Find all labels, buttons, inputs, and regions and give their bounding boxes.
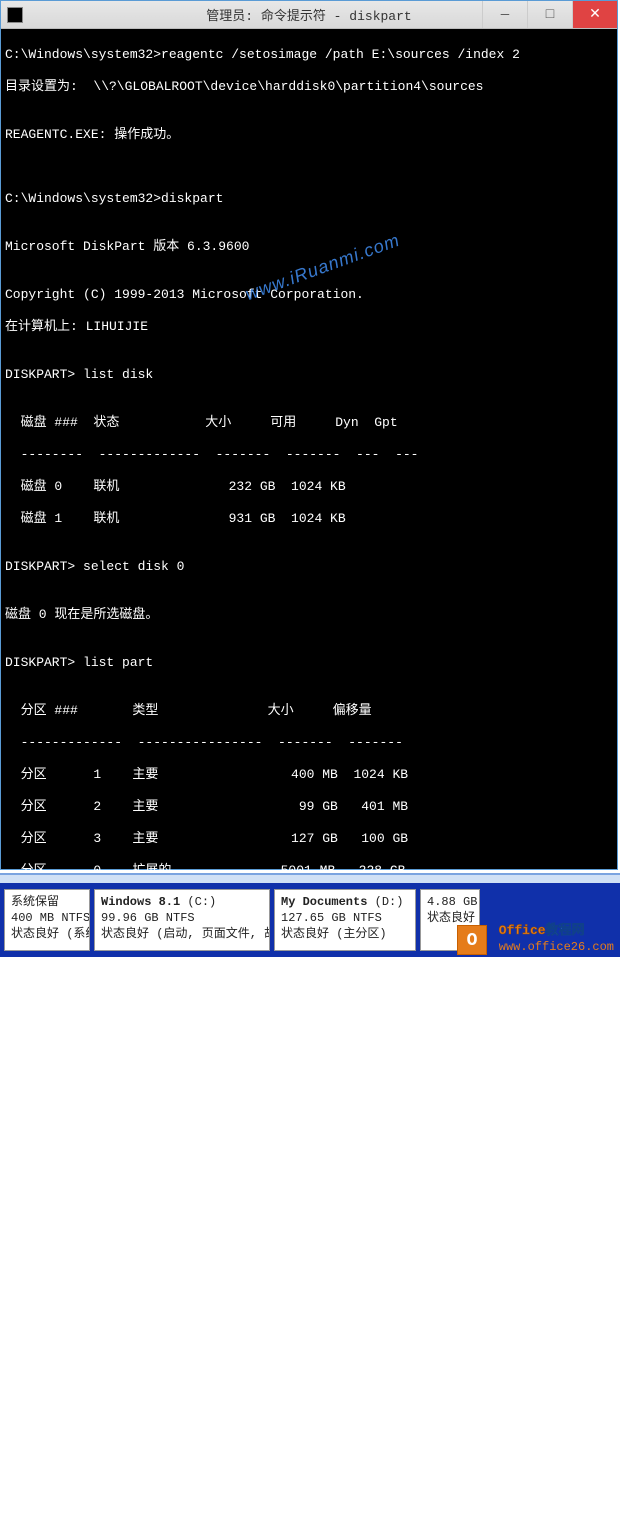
console-line: 磁盘 0 现在是所选磁盘。 bbox=[5, 607, 613, 623]
console-line: DISKPART> select disk 0 bbox=[5, 559, 613, 575]
drive-size: 99.96 GB NTFS bbox=[101, 910, 263, 926]
minimize-button[interactable]: — bbox=[482, 1, 527, 28]
console-line: 分区 4 现在是所选分区。 bbox=[5, 991, 613, 1007]
part-row-selected: * 分区 4 恢复 5000 MB 228 GB bbox=[5, 1375, 613, 1391]
part-table-header: 分区 ### 类型 大小 偏移量 bbox=[5, 1183, 613, 1199]
console-line: REAGENTC.EXE: 操作成功。 bbox=[5, 127, 613, 143]
part-table-header: 分区 ### 类型 大小 偏移量 bbox=[5, 703, 613, 719]
partition-system-reserved[interactable]: 系统保留 400 MB NTFS 状态良好 (系统, bbox=[4, 889, 90, 951]
console-line: C:\Windows\system32>diskpart bbox=[5, 191, 613, 207]
console-line: Copyright (C) 1999-2013 Microsoft Corpor… bbox=[5, 287, 613, 303]
drive-title: My Documents bbox=[281, 895, 367, 909]
part-table-rule: ------------- ---------------- ------- -… bbox=[5, 1215, 613, 1231]
drive-size: 127.65 GB NTFS bbox=[281, 910, 409, 926]
drive-status: 状态良好 (启动, 页面文件, 故障转 bbox=[101, 926, 263, 942]
part-row: 分区 2 主要 99 GB 401 MB bbox=[5, 799, 613, 815]
disk-table-rule: -------- ------------- ------- ------- -… bbox=[5, 447, 613, 463]
part-row: 分区 3 主要 127 GB 100 GB bbox=[5, 1311, 613, 1327]
drive-letter: (D:) bbox=[375, 895, 404, 909]
part-row: 分区 1 主要 400 MB 1024 KB bbox=[5, 1247, 613, 1263]
console-line: 在计算机上: LIHUIJIE bbox=[5, 319, 613, 335]
console-line: C:\Windows\system32>reagentc /setosimage… bbox=[5, 47, 613, 63]
console-line: DISKPART> list part bbox=[5, 655, 613, 671]
site-logo: O Office教程网 www.office26.com bbox=[457, 923, 614, 955]
drive-title: Windows 8.1 bbox=[101, 895, 180, 909]
logo-icon: O bbox=[457, 925, 487, 955]
part-row: 分区 3 主要 127 GB 100 GB bbox=[5, 831, 613, 847]
console-line: DiskPart 成功设置了分区 ID。 bbox=[5, 1087, 613, 1103]
console-output[interactable]: C:\Windows\system32>reagentc /setosimage… bbox=[1, 29, 617, 869]
close-button[interactable]: ✕ bbox=[572, 1, 617, 28]
partition-d[interactable]: My Documents (D:) 127.65 GB NTFS 状态良好 (主… bbox=[274, 889, 416, 951]
drive-letter: (C:) bbox=[187, 895, 216, 909]
disk-row: 磁盘 0 联机 232 GB 1024 KB bbox=[5, 479, 613, 495]
drive-size: 400 MB NTFS bbox=[11, 910, 83, 926]
part-row: 分区 2 主要 99 GB 401 MB bbox=[5, 1279, 613, 1295]
console-line: DISKPART> list part bbox=[5, 1135, 613, 1151]
drive-status: 状态良好 (系统, bbox=[11, 926, 83, 942]
command-prompt-window: 管理员: 命令提示符 - diskpart — □ ✕ C:\Windows\s… bbox=[0, 0, 618, 870]
part-row: 分区 0 扩展的 5001 MB 228 GB bbox=[5, 1343, 613, 1359]
disk-table-header: 磁盘 ### 状态 大小 可用 Dyn Gpt bbox=[5, 415, 613, 431]
console-line: Microsoft DiskPart 版本 6.3.9600 bbox=[5, 239, 613, 255]
logo-text-2: 教程网 bbox=[546, 923, 585, 938]
console-line: 目录设置为: \\?\GLOBALROOT\device\harddisk0\p… bbox=[5, 79, 613, 95]
drive-size: 4.88 GB bbox=[427, 894, 473, 910]
logo-text-1: Office bbox=[499, 923, 546, 938]
part-row: 分区 1 主要 400 MB 1024 KB bbox=[5, 767, 613, 783]
console-line: DISKPART> list disk bbox=[5, 367, 613, 383]
maximize-button[interactable]: □ bbox=[527, 1, 572, 28]
logo-url: www.office26.com bbox=[499, 939, 614, 955]
console-line: 半: bbox=[5, 1455, 613, 1471]
console-prompt: DISKPART> bbox=[5, 1423, 613, 1439]
part-table-rule: ------------- ---------------- ------- -… bbox=[5, 735, 613, 751]
titlebar[interactable]: 管理员: 命令提示符 - diskpart — □ ✕ bbox=[1, 1, 617, 29]
drive-status: 状态良好 (主分区) bbox=[281, 926, 409, 942]
drive-title: 系统保留 bbox=[11, 895, 59, 909]
disk-row: 磁盘 1 联机 931 GB 1024 KB bbox=[5, 511, 613, 527]
partition-c[interactable]: Windows 8.1 (C:) 99.96 GB NTFS 状态良好 (启动,… bbox=[94, 889, 270, 951]
console-line: DISKPART> set id = 27 bbox=[5, 1039, 613, 1055]
